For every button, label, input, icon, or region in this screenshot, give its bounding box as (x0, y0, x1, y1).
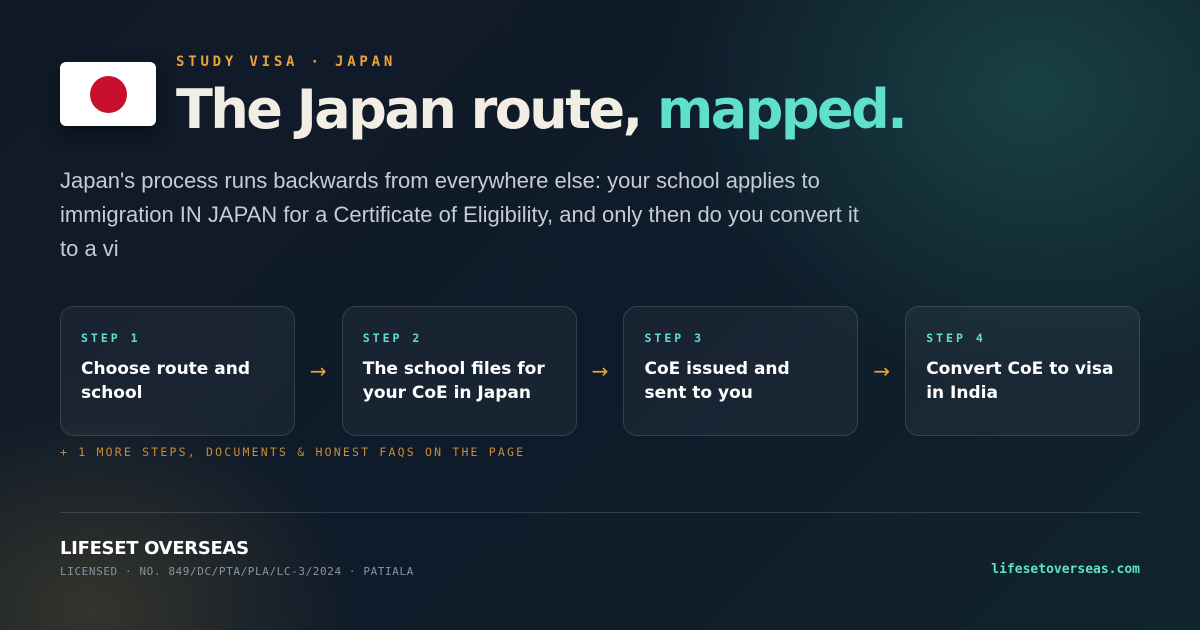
website-link[interactable]: lifesetoverseas.com (991, 562, 1140, 577)
step-card-4: STEP 4 Convert CoE to visa in India (905, 306, 1140, 436)
step-card-3: STEP 3 CoE issued and sent to you (623, 306, 859, 436)
arrow-right-icon: → (873, 359, 891, 383)
step-title: CoE issued and sent to you (644, 359, 790, 403)
step-label: STEP 3 (644, 331, 705, 345)
flag-sun-disc (90, 76, 127, 113)
title-main: The Japan route, (176, 78, 657, 141)
step-label: STEP 4 (926, 331, 986, 345)
license-info: LICENSED · NO. 849/DC/PTA/PLA/LC-3/2024 … (60, 565, 414, 578)
page-title: The Japan route, mapped. (176, 74, 908, 146)
arrow-right-icon: → (591, 359, 609, 383)
step-card-1: STEP 1 Choose route and school (60, 306, 295, 436)
step-label: STEP 1 (81, 331, 141, 345)
step-title: Choose route and school (81, 359, 250, 403)
step-label: STEP 2 (362, 331, 423, 345)
step-title: Convert CoE to visa in India (926, 359, 1114, 403)
step-title: The school files for your CoE in Japan (362, 359, 545, 403)
title-accent: mapped. (657, 78, 908, 141)
arrow-right-icon: → (309, 359, 327, 383)
step-card-2: STEP 2 The school files for your CoE in … (341, 306, 577, 436)
steps-row: STEP 1 Choose route and school → STEP 2 … (60, 306, 1140, 436)
eyebrow-label: STUDY VISA · JAPAN (176, 54, 397, 70)
intro-description: Japan's process runs backwards from ever… (60, 168, 859, 261)
footer-divider (60, 512, 1140, 513)
more-steps-note: + 1 MORE STEPS, DOCUMENTS & HONEST FAQS … (60, 445, 526, 459)
japan-flag-icon (60, 62, 156, 126)
brand-name: LIFESET OVERSEAS (60, 538, 249, 559)
